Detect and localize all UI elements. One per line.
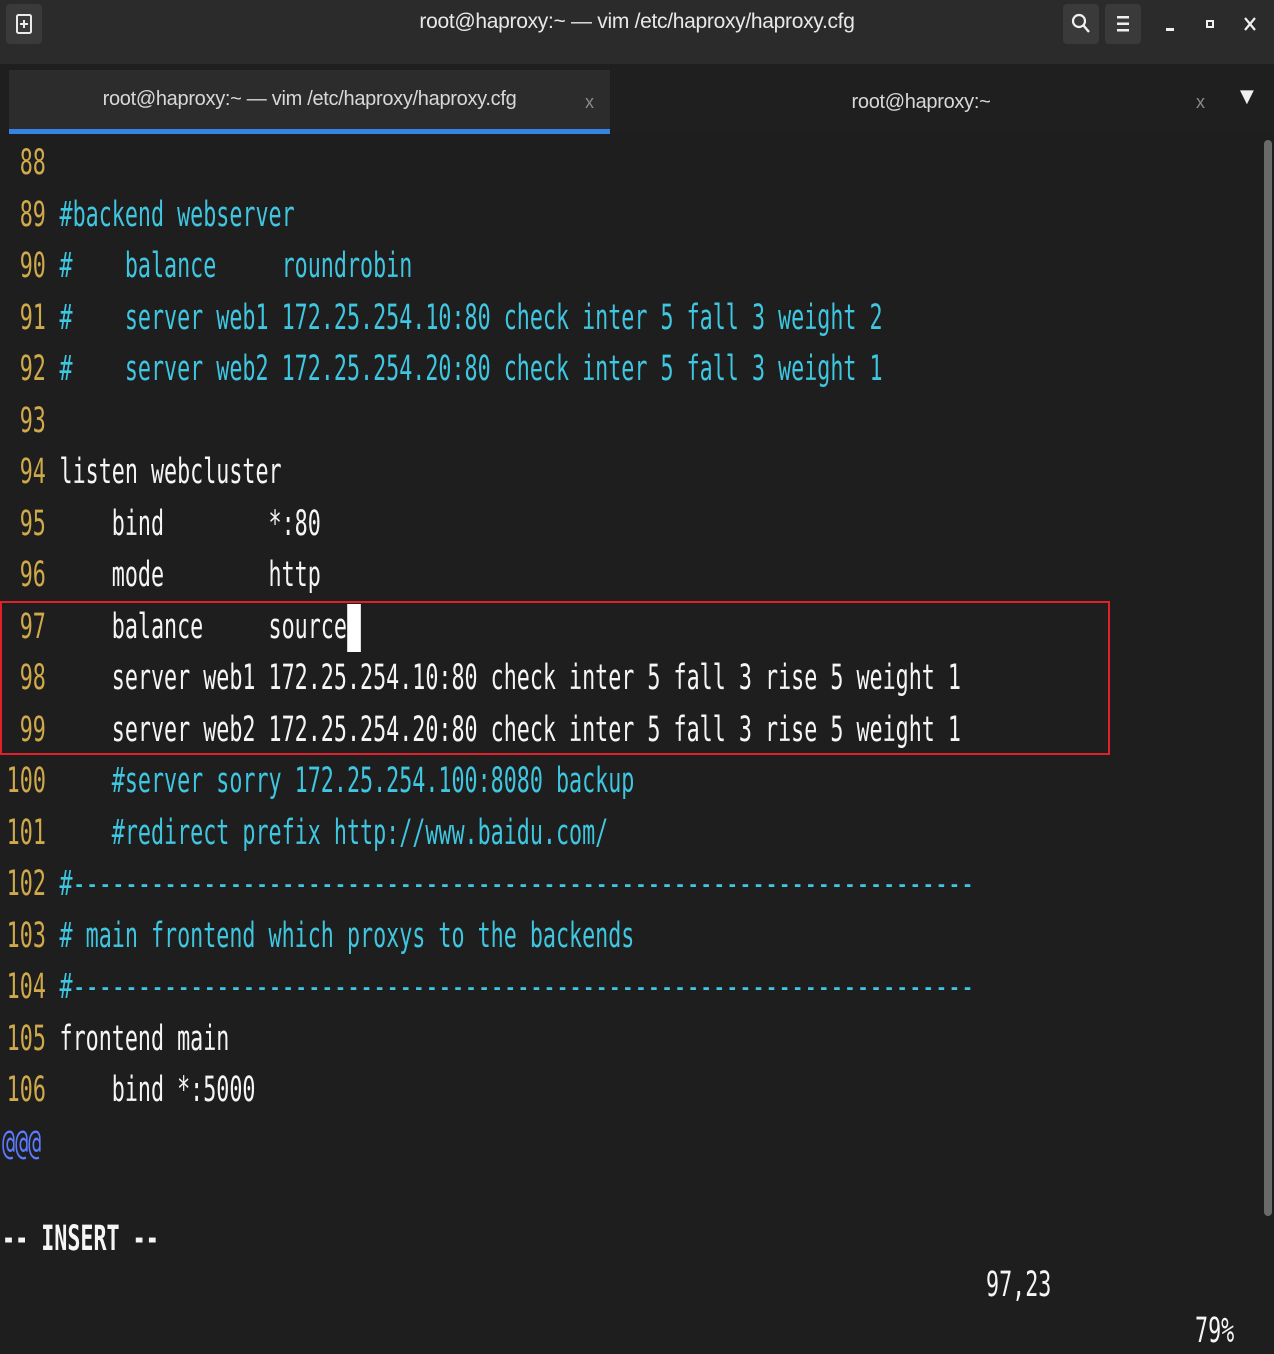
hamburger-menu-icon <box>1117 16 1129 32</box>
tab-list-dropdown-icon[interactable]: ▼ <box>1240 86 1254 107</box>
code-text: #redirect prefix http://www.baidu.com/ <box>59 812 609 853</box>
editor-line-content: 96 mode http <box>0 550 321 602</box>
line-number: 88 <box>19 143 46 183</box>
scrollbar[interactable] <box>1264 140 1272 1216</box>
line-number: 101 <box>6 812 46 853</box>
line-number: 100 <box>6 761 46 801</box>
close-window-button[interactable] <box>1232 4 1268 44</box>
line-number: 93 <box>19 400 46 441</box>
line-number: 91 <box>19 297 46 338</box>
editor-line[interactable]: 102 #------------------------------------… <box>0 859 1250 911</box>
editor-line-content: 91 # server web1 172.25.254.10:80 check i… <box>0 293 883 345</box>
overflow-marker: @@@ <box>2 1123 42 1163</box>
title-bar: root@haproxy:~ — vim /etc/haproxy/haprox… <box>0 0 1274 65</box>
code-text: frontend main <box>59 1018 230 1059</box>
line-number: 103 <box>6 915 46 956</box>
editor-line-content: 105 frontend main <box>0 1014 230 1066</box>
menu-button[interactable] <box>1105 4 1141 44</box>
line-number: 89 <box>19 194 46 235</box>
minimize-button[interactable] <box>1152 4 1188 44</box>
code-text: # main frontend which proxys to the back… <box>59 915 635 956</box>
editor-line[interactable]: 104 #------------------------------------… <box>0 962 1250 1014</box>
vim-mode-indicator: -- INSERT -- <box>2 1219 159 1259</box>
code-text: bind *:80 <box>59 503 321 544</box>
search-icon <box>1071 13 1090 33</box>
code-text: # balance roundrobin <box>59 246 413 286</box>
editor-line[interactable]: 106 bind *:5000 <box>0 1065 1250 1117</box>
editor-line[interactable]: 88 <box>0 138 1250 190</box>
tab-label: root@haproxy:~ <box>851 90 991 113</box>
editor-line-content: 94 listen webcluster <box>0 447 282 499</box>
code-text: bind *:5000 <box>59 1070 256 1110</box>
tab-root-shell[interactable]: root@haproxy:~ x <box>612 70 1230 134</box>
tab-close-icon[interactable]: x <box>1196 92 1205 113</box>
tab-bar: root@haproxy:~ — vim /etc/haproxy/haprox… <box>0 64 1274 134</box>
line-number: 105 <box>6 1018 46 1059</box>
line-number: 102 <box>6 864 46 904</box>
maximize-button[interactable] <box>1192 4 1228 44</box>
editor-line[interactable]: 90 # balance roundrobin <box>0 241 1250 293</box>
code-text: #server sorry 172.25.254.100:8080 backup <box>59 761 635 801</box>
code-text: mode http <box>59 555 321 595</box>
line-number: 104 <box>6 967 46 1007</box>
minimize-icon <box>1166 28 1174 31</box>
editor-line-content: 89 #backend webserver <box>0 190 295 242</box>
maximize-icon <box>1206 20 1214 28</box>
cursor-position: 97,23 <box>986 1265 1052 1305</box>
code-text: #---------------------------------------… <box>59 864 975 904</box>
editor-line-content: 93 <box>0 396 60 448</box>
line-number: 90 <box>19 246 46 286</box>
line-number: 95 <box>19 503 46 544</box>
editor-line[interactable]: 92 # server web2 172.25.254.20:80 check i… <box>0 344 1250 396</box>
line-number: 106 <box>6 1070 46 1110</box>
line-number: 92 <box>19 349 46 389</box>
editor-line-content: 101 #redirect prefix http://www.baidu.co… <box>0 808 609 860</box>
scroll-percent: 79% <box>1195 1311 1235 1351</box>
highlight-box <box>0 601 1110 755</box>
editor-line-content: 103 # main frontend which proxys to the b… <box>0 911 635 963</box>
editor-line-content: 95 bind *:80 <box>0 499 321 551</box>
tab-vim-haproxy[interactable]: root@haproxy:~ — vim /etc/haproxy/haprox… <box>9 70 610 134</box>
search-button[interactable] <box>1063 4 1099 44</box>
code-text: # server web2 172.25.254.20:80 check int… <box>59 349 883 389</box>
editor-line-content: 106 bind *:5000 <box>0 1065 256 1117</box>
editor-line[interactable]: 101 #redirect prefix http://www.baidu.co… <box>0 808 1250 860</box>
tab-label: root@haproxy:~ — vim /etc/haproxy/haprox… <box>102 88 517 110</box>
editor-line[interactable]: 105 frontend main <box>0 1014 1250 1066</box>
editor-line[interactable]: 94 listen webcluster <box>0 447 1250 499</box>
close-icon <box>1244 17 1256 31</box>
editor-line-content: 88 <box>0 138 60 190</box>
code-text: # server web1 172.25.254.10:80 check int… <box>59 297 883 338</box>
editor-line[interactable]: 95 bind *:80 <box>0 499 1250 551</box>
editor-line-content: 90 # balance roundrobin <box>0 241 413 293</box>
editor-line[interactable]: 100 #server sorry 172.25.254.100:8080 ba… <box>0 756 1250 808</box>
code-text: listen webcluster <box>59 452 282 492</box>
line-number: 94 <box>19 452 46 492</box>
editor-line[interactable]: 96 mode http <box>0 550 1250 602</box>
line-number: 96 <box>19 555 46 595</box>
editor-line[interactable]: 91 # server web1 172.25.254.10:80 check i… <box>0 293 1250 345</box>
editor-line[interactable]: 89 #backend webserver <box>0 190 1250 242</box>
code-text: #---------------------------------------… <box>59 967 975 1007</box>
editor-line-content: 102 #------------------------------------… <box>0 859 974 911</box>
tab-close-icon[interactable]: x <box>585 92 594 113</box>
editor-line-content: 92 # server web2 172.25.254.20:80 check i… <box>0 344 883 396</box>
vim-status-line: -- INSERT -- 97,23 79% <box>0 1170 1262 1351</box>
editor-line[interactable]: 103 # main frontend which proxys to the b… <box>0 911 1250 963</box>
code-text: #backend webserver <box>59 194 295 235</box>
editor-line[interactable]: 93 <box>0 396 1250 448</box>
editor-line-content: 100 #server sorry 172.25.254.100:8080 ba… <box>0 756 635 808</box>
editor-line-content: 104 #------------------------------------… <box>0 962 974 1014</box>
